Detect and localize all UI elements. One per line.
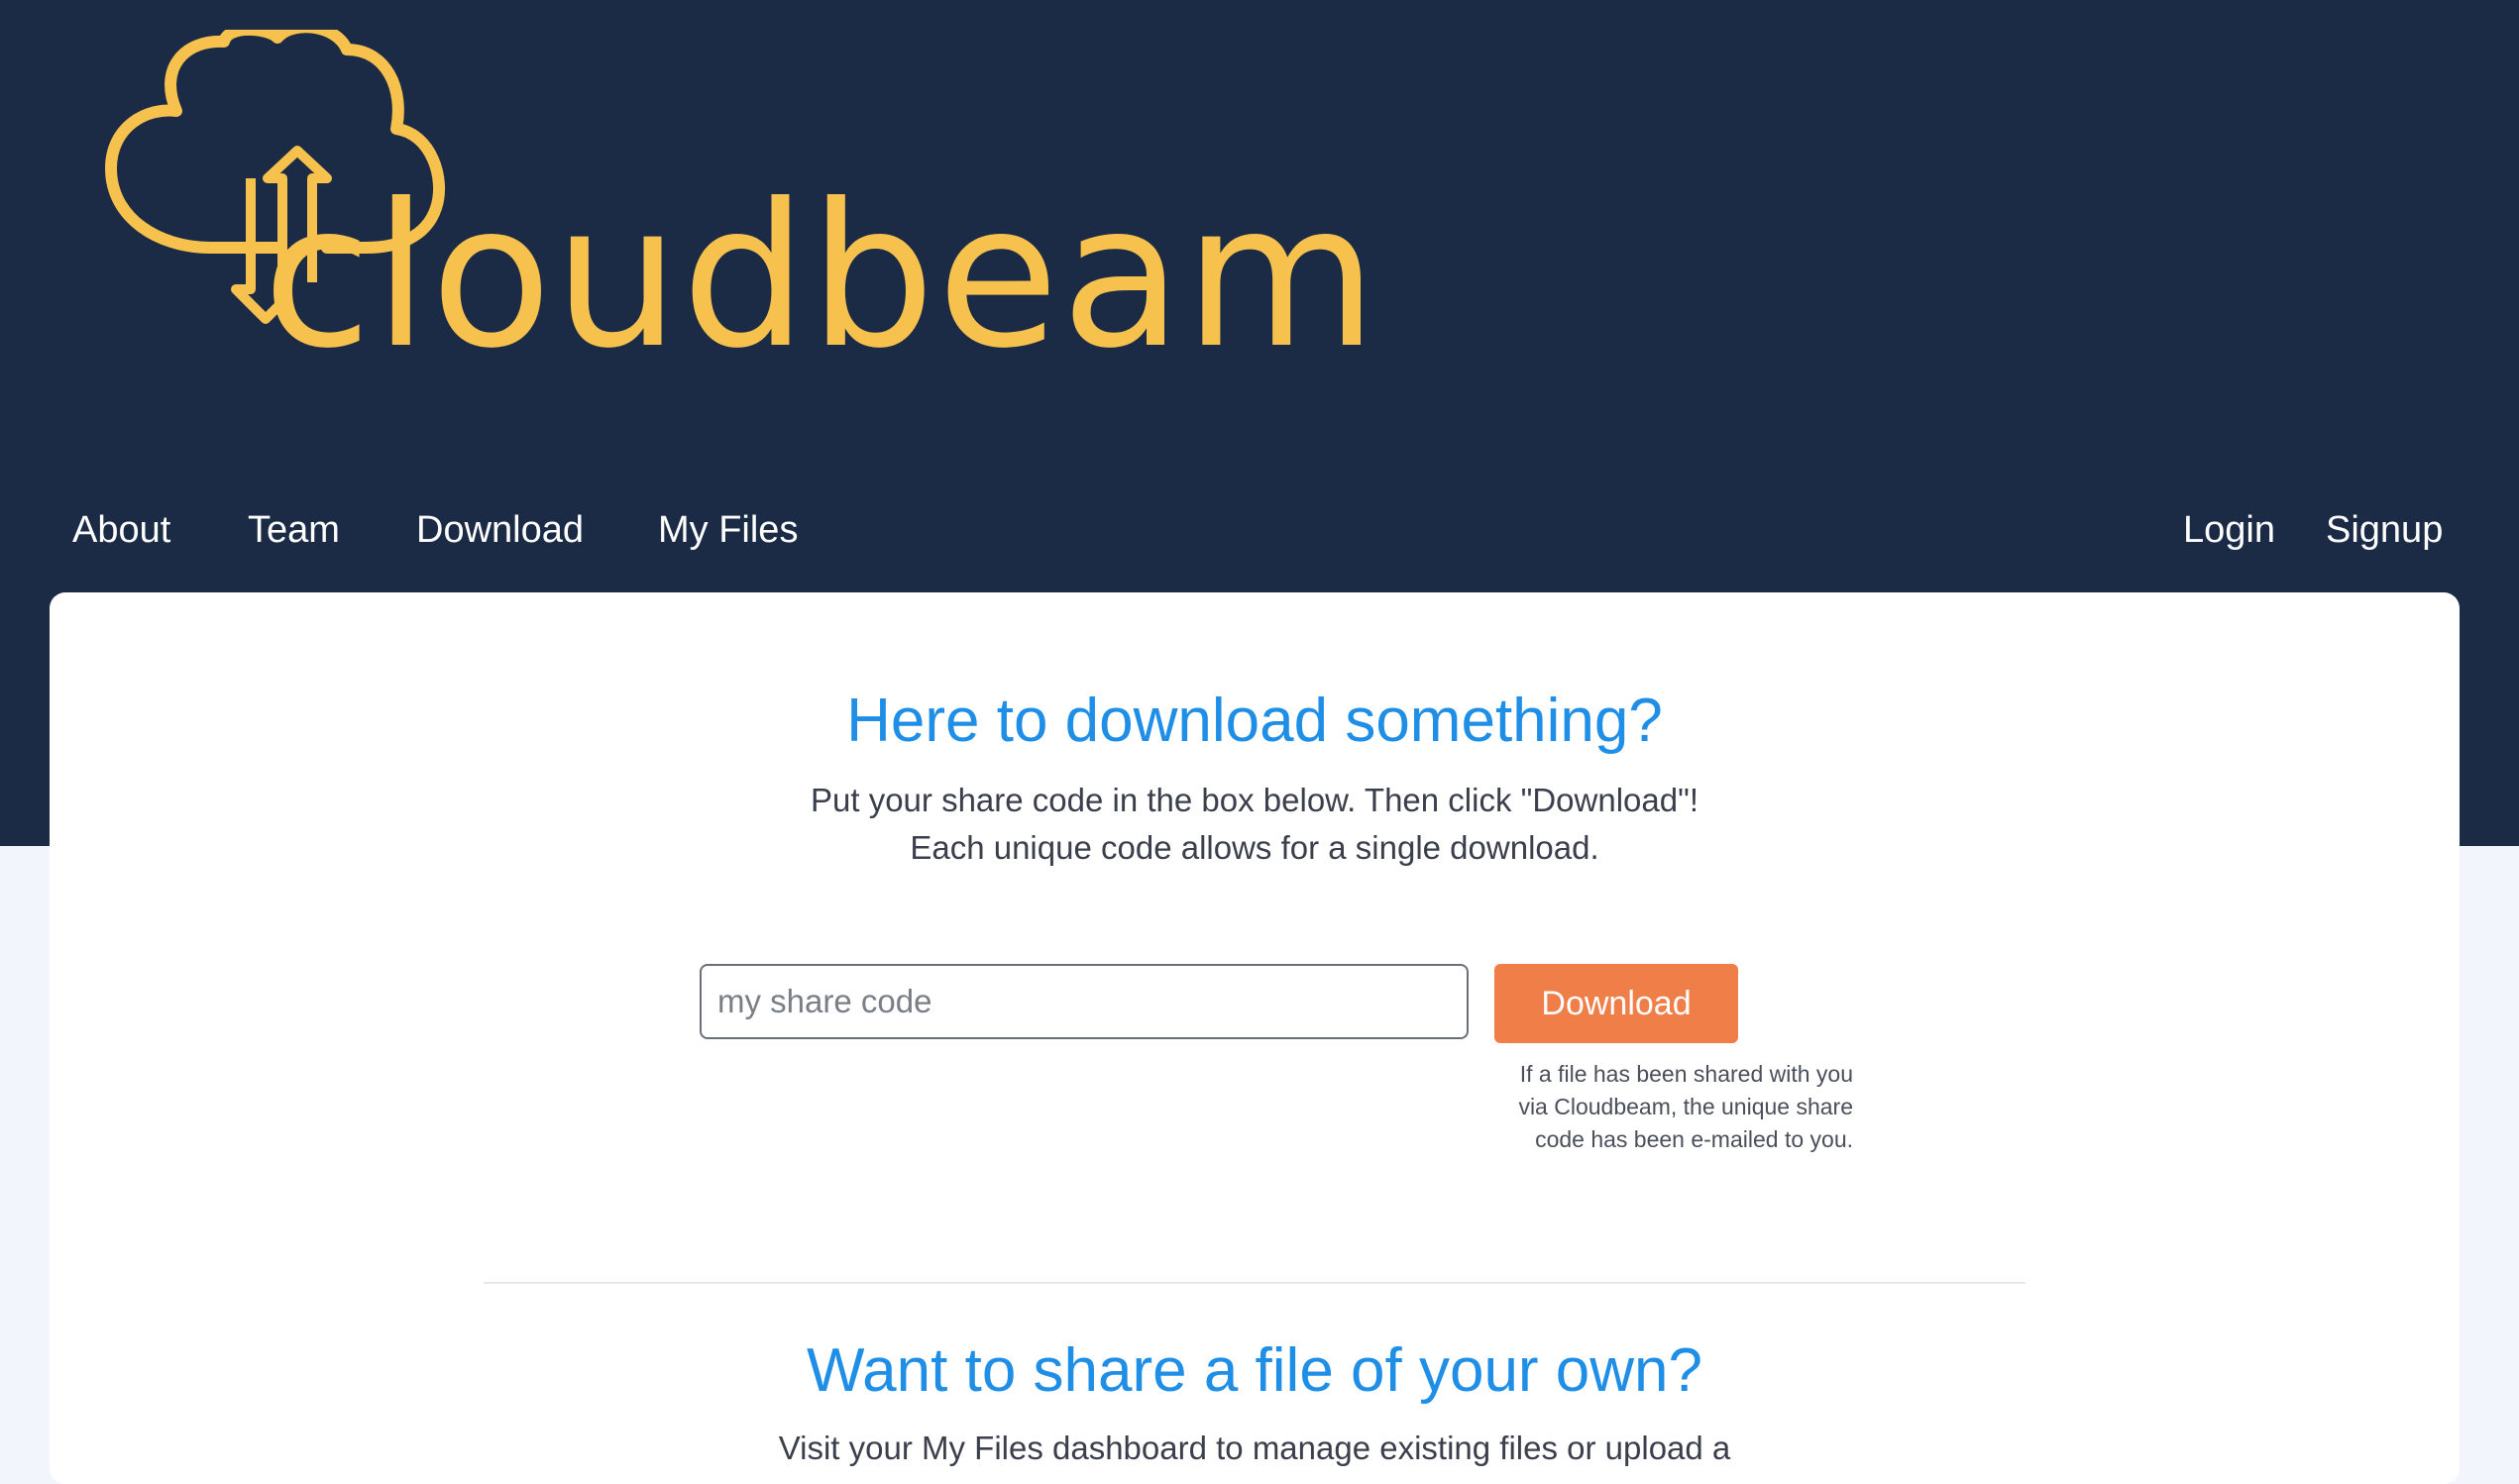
main-nav: About Team Download My Files Login Signu… [0, 495, 2519, 565]
nav-about[interactable]: About [72, 495, 170, 565]
hint-line: If a file has been shared with you [1519, 1061, 1853, 1087]
nav-my-files[interactable]: My Files [658, 495, 798, 565]
nav-signup[interactable]: Signup [2326, 495, 2443, 565]
share-instructions-line1: Visit your My Files dashboard to manage … [778, 1430, 1731, 1466]
share-heading: Want to share a file of your own? [806, 1336, 1703, 1405]
download-heading: Here to download something? [846, 687, 1663, 755]
hint-line: via Cloudbeam, the unique share [1518, 1094, 1853, 1119]
download-instructions-line2: Each unique code allows for a single dow… [910, 829, 1599, 866]
share-code-input[interactable] [700, 964, 1469, 1039]
nav-download[interactable]: Download [416, 495, 584, 565]
nav-team[interactable]: Team [248, 495, 340, 565]
share-code-hint: If a file has been shared with you via C… [1387, 1058, 1853, 1156]
nav-login[interactable]: Login [2183, 495, 2275, 565]
download-instructions-line1: Put your share code in the box below. Th… [811, 782, 1698, 818]
download-button[interactable]: Download [1494, 964, 1738, 1043]
brand-wordmark: cloudbeam [263, 161, 1379, 392]
main-card: Here to download something? Put your sha… [50, 592, 2460, 1484]
section-divider [484, 1282, 2026, 1284]
hint-line: code has been e-mailed to you. [1535, 1126, 1853, 1152]
